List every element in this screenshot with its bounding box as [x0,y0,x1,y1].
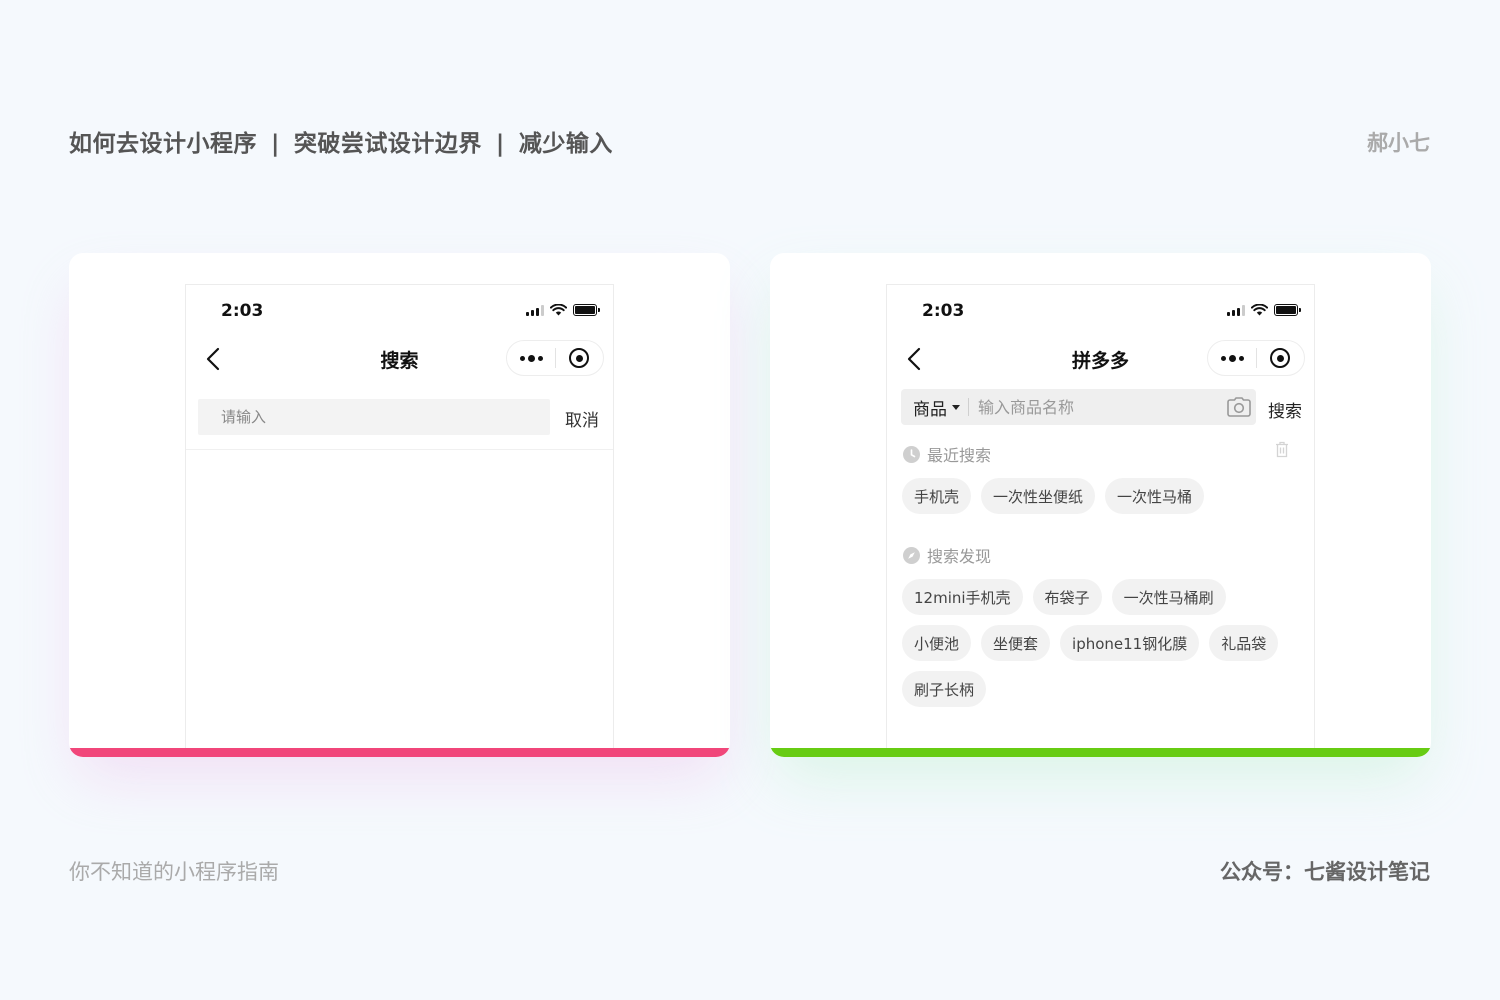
search-discover-title: 搜索发现 [903,543,991,567]
close-miniprogram-icon[interactable] [1257,348,1304,368]
trash-icon[interactable] [1275,441,1289,458]
search-input[interactable] [969,389,1222,425]
search-input[interactable] [198,399,550,435]
status-icons [1227,304,1301,316]
search-tag-chip[interactable]: 一次性马桶刷 [1111,579,1226,615]
search-box [198,399,550,435]
signal-icon [1227,304,1245,316]
cancel-button[interactable]: 取消 [565,406,599,431]
comparison-card-right: 2:03 拼多多 商品 输入商品名称 搜索 最近搜索 手机壳 一次性坐便纸 一次… [770,253,1431,757]
search-tag-chip[interactable]: 礼品袋 [1209,625,1279,661]
comparison-card-left: 2:03 搜索 取消 [69,253,730,757]
phone-screen-pinduoduo-search: 2:03 拼多多 商品 输入商品名称 搜索 最近搜索 手机壳 一次性坐便纸 一次… [886,284,1315,748]
search-bar: 商品 [901,389,1256,425]
footer-subtitle: 你不知道的小程序指南 [69,860,279,884]
wifi-icon [550,304,567,316]
miniprogram-capsule [506,340,604,376]
status-bar: 2:03 [186,285,613,333]
search-tag-chip[interactable]: iphone11钢化膜 [1060,625,1200,661]
battery-icon [1274,304,1301,316]
more-icon[interactable] [507,354,555,362]
category-dropdown[interactable]: 商品 [901,395,960,420]
recent-search-label: 最近搜索 [927,446,992,465]
search-tag-chip[interactable]: 布袋子 [1032,579,1102,615]
nav-bar: 拼多多 [887,340,1314,378]
battery-icon [573,304,600,316]
author-name: 郝小七 [1367,131,1430,155]
heading-part-2: 突破尝试设计边界 [293,131,482,157]
footer-account: 公众号：七酱设计笔记 [1220,860,1430,884]
status-time: 2:03 [221,301,264,321]
search-tag-chip[interactable]: 一次性坐便纸 [981,478,1096,514]
accent-bar-pink [69,748,730,757]
close-miniprogram-icon[interactable] [556,348,603,368]
search-tag-chip[interactable]: 刷子长柄 [902,671,987,707]
recent-search-title: 最近搜索 [903,442,991,466]
search-tag-chip[interactable]: 坐便套 [981,625,1051,661]
heading-part-1: 如何去设计小程序 [69,131,257,157]
more-icon[interactable] [1208,354,1256,362]
search-discover-label: 搜索发现 [927,547,992,566]
clock-icon [903,445,920,463]
search-tag-chip[interactable]: 一次性马桶 [1105,478,1205,514]
search-button[interactable]: 搜索 [1268,397,1302,422]
accent-bar-green [770,748,1431,757]
page-heading: 如何去设计小程序 | 突破尝试设计边界 | 减少输入 [69,124,613,158]
caret-down-icon [952,404,960,410]
heading-separator: | [495,131,505,157]
nav-bar: 搜索 [186,340,613,378]
status-time: 2:03 [922,301,965,321]
recent-search-chips: 手机壳 一次性坐便纸 一次性马桶 [902,478,1302,514]
search-discover-chips: 12mini手机壳 布袋子 一次性马桶刷小便池 坐便套 iphone11钢化膜 礼品袋刷子… [902,579,1292,707]
heading-part-3: 减少输入 [518,131,613,157]
wifi-icon [1251,304,1268,316]
search-tag-chip[interactable]: 手机壳 [902,478,972,514]
search-tag-chip[interactable]: 小便池 [902,625,972,661]
category-label: 商品 [913,399,947,420]
status-icons [526,304,600,316]
search-tag-chip[interactable]: 12mini手机壳 [902,579,1023,615]
status-bar: 2:03 [887,285,1314,333]
heading-separator: | [271,131,280,157]
miniprogram-capsule [1207,340,1305,376]
divider [186,449,613,450]
compass-icon [903,546,920,564]
signal-icon [526,304,544,316]
phone-screen-generic-search: 2:03 搜索 取消 [185,284,614,748]
camera-icon[interactable] [1222,397,1256,417]
